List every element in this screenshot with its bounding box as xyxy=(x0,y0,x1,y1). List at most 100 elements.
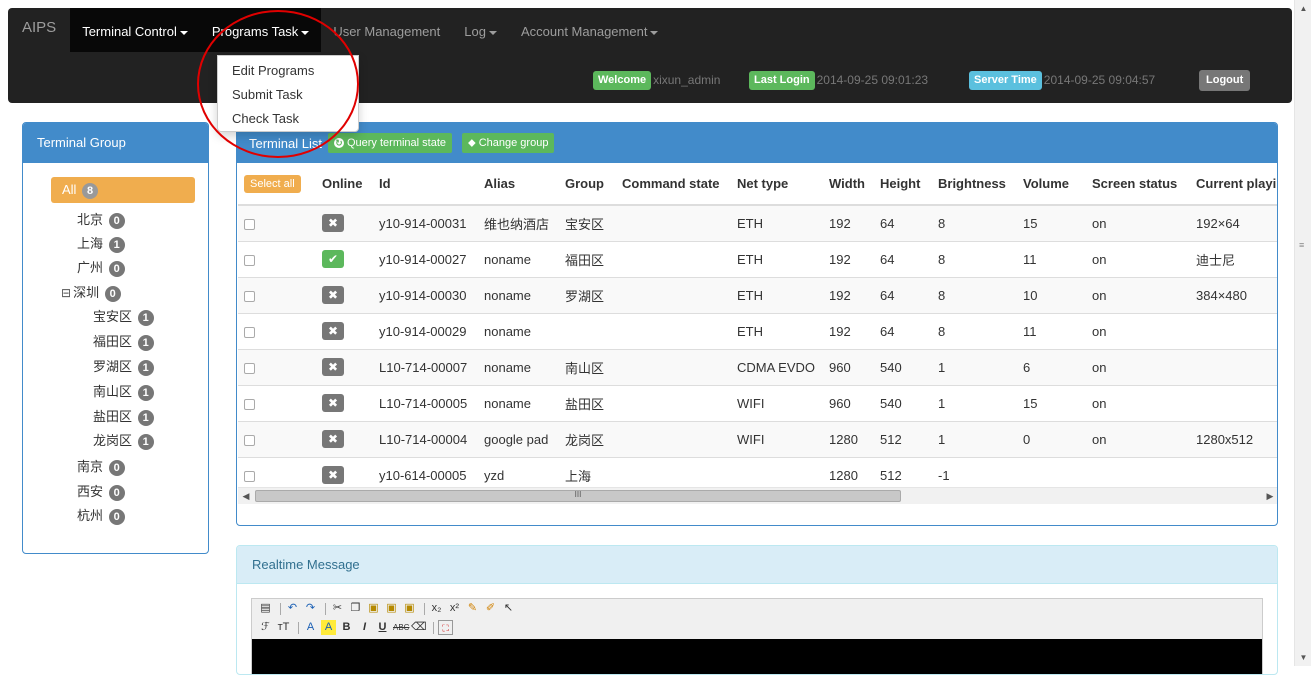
logout-button[interactable]: Logout xyxy=(1199,69,1251,91)
horizontal-scrollbar[interactable]: ◀ III ▶ xyxy=(238,487,1277,505)
row-select-cell xyxy=(238,420,316,457)
scrollbar-grip-icon: ≡ xyxy=(1299,240,1305,250)
undo-icon[interactable]: ↶ xyxy=(285,601,300,616)
tree-item-label: 罗湖区 xyxy=(93,359,133,374)
row-checkbox[interactable] xyxy=(244,398,255,410)
cut-icon[interactable]: ✂ xyxy=(330,601,345,616)
row-checkbox[interactable] xyxy=(244,290,255,302)
nav-programs-task[interactable]: Programs Task xyxy=(199,8,322,52)
tree-item-all[interactable]: All 8 xyxy=(51,177,195,203)
close-icon: ✖ xyxy=(322,358,344,376)
volume-cell: 11 xyxy=(1017,240,1086,277)
column-header[interactable]: Id xyxy=(373,163,478,206)
nav-account-management[interactable]: Account Management xyxy=(509,8,670,52)
paste-text-icon[interactable]: ▣ xyxy=(384,601,399,616)
table-row[interactable]: ✖ y10-614-00005 yzd 上海 1280 512 -1 xyxy=(238,456,1277,485)
row-checkbox[interactable] xyxy=(244,254,255,266)
page-vertical-scrollbar[interactable]: ▲ ≡ ▼ xyxy=(1294,0,1311,666)
select-all-button[interactable]: Select all xyxy=(244,174,301,193)
font-family-icon[interactable]: ℱ xyxy=(258,620,273,635)
scroll-down-icon[interactable]: ▼ xyxy=(1295,649,1311,666)
paste-icon[interactable]: ▣ xyxy=(366,601,381,616)
query-terminal-state-button[interactable]: ↻ Query terminal state xyxy=(327,133,453,153)
italic-icon[interactable]: I xyxy=(357,620,372,635)
tree-item-futian[interactable]: 福田区 1 xyxy=(93,332,154,352)
column-header[interactable]: Net type xyxy=(731,163,823,206)
tree-item-longgang[interactable]: 龙岗区 1 xyxy=(93,431,154,451)
terminal-table: Select all Online Id Alias Group Command… xyxy=(238,163,1277,485)
font-size-icon[interactable]: ᴛT xyxy=(276,620,291,635)
format-brush-icon[interactable]: ✎ xyxy=(465,601,480,616)
table-row[interactable]: ✔ y10-914-00027 noname 福田区 ETH 192 64 8 11 on 迪士尼 xyxy=(238,240,1277,277)
table-row[interactable]: ✖ y10-914-00031 维也纳酒店 宝安区 ETH 192 64 8 15 on 192×6… xyxy=(238,204,1277,241)
select-all-icon[interactable]: ↖ xyxy=(501,601,516,616)
width-cell: 960 xyxy=(823,348,874,385)
underline-icon[interactable]: U xyxy=(375,620,390,635)
tree-item-shenzhen[interactable]: ⊟ 深圳 0 xyxy=(61,283,121,303)
collapse-icon[interactable]: ⊟ xyxy=(61,286,71,300)
row-checkbox[interactable] xyxy=(244,218,255,230)
bold-icon[interactable]: B xyxy=(339,620,354,635)
menu-edit-programs[interactable]: Edit Programs xyxy=(218,60,358,84)
row-checkbox[interactable] xyxy=(244,470,255,482)
font-color-icon[interactable]: A xyxy=(303,620,318,635)
tree-item-nanshan[interactable]: 南山区 1 xyxy=(93,382,154,402)
column-header[interactable]: Height xyxy=(874,163,932,206)
column-header[interactable]: Width xyxy=(823,163,874,206)
copy-icon[interactable]: ❐ xyxy=(348,601,363,616)
menu-check-task[interactable]: Check Task xyxy=(218,108,358,132)
current-playing-cell xyxy=(1190,456,1277,485)
column-header[interactable]: Current playing xyxy=(1190,163,1277,206)
nav-account-management-label: Account Management xyxy=(520,24,648,39)
brand-logo[interactable]: AIPS xyxy=(8,8,70,52)
superscript-icon[interactable]: x² xyxy=(447,601,462,616)
column-header[interactable]: Screen status xyxy=(1086,163,1190,206)
row-checkbox[interactable] xyxy=(244,362,255,374)
scroll-up-icon[interactable]: ▲ xyxy=(1295,0,1311,17)
tree-item-xian[interactable]: 西安 0 xyxy=(77,482,125,502)
column-header[interactable]: Online xyxy=(316,163,373,206)
source-icon[interactable]: ▤ xyxy=(258,601,273,616)
subscript-icon[interactable]: x₂ xyxy=(429,601,444,616)
tree-item-label: 深圳 xyxy=(73,285,100,300)
table-row[interactable]: ✖ y10-914-00029 noname ETH 192 64 8 11 on xyxy=(238,312,1277,349)
tree-item-yantian[interactable]: 盐田区 1 xyxy=(93,407,154,427)
scrollbar-thumb[interactable]: III xyxy=(255,490,901,502)
change-group-button[interactable]: ⬥ Change group xyxy=(462,133,555,153)
nav-terminal-control[interactable]: Terminal Control xyxy=(70,8,200,52)
scroll-right-icon[interactable]: ▶ xyxy=(1262,488,1277,505)
current-playing-cell xyxy=(1190,384,1277,421)
column-header[interactable]: Alias xyxy=(478,163,559,206)
scroll-left-icon[interactable]: ◀ xyxy=(238,488,254,505)
clear-format-icon[interactable]: ✐ xyxy=(483,601,498,616)
tree-item-beijing[interactable]: 北京 0 xyxy=(77,210,125,230)
eraser-icon[interactable]: ⌫ xyxy=(411,620,427,635)
paste-word-icon[interactable]: ▣ xyxy=(402,601,417,616)
redo-icon[interactable]: ↷ xyxy=(303,601,318,616)
table-row[interactable]: ✖ y10-914-00030 noname 罗湖区 ETH 192 64 8 10 on 384×… xyxy=(238,276,1277,313)
tree-item-luohu[interactable]: 罗湖区 1 xyxy=(93,357,154,377)
tree-item-nanjing[interactable]: 南京 0 xyxy=(77,457,125,477)
table-row[interactable]: ✖ L10-714-00004 google pad 龙岗区 WIFI 1280 512 1 0… xyxy=(238,420,1277,457)
alias-cell: 维也纳酒店 xyxy=(478,204,559,241)
editor-content-area[interactable] xyxy=(252,639,1262,674)
strikethrough-icon[interactable]: ABC xyxy=(393,620,409,635)
terminal-table-viewport[interactable]: Select all Online Id Alias Group Command… xyxy=(238,163,1277,485)
column-header[interactable]: Command state xyxy=(616,163,731,206)
nav-user-management[interactable]: User Management xyxy=(321,8,452,52)
tree-item-guangzhou[interactable]: 广州 0 xyxy=(77,258,125,278)
column-header[interactable]: Volume xyxy=(1017,163,1086,206)
row-checkbox[interactable] xyxy=(244,326,255,338)
table-row[interactable]: ✖ L10-714-00007 noname 南山区 CDMA EVDO 960 540 1 6… xyxy=(238,348,1277,385)
column-header[interactable]: Group xyxy=(559,163,616,206)
fullscreen-icon[interactable]: ⛶ xyxy=(438,620,453,635)
nav-log[interactable]: Log xyxy=(452,8,509,52)
tree-item-shanghai[interactable]: 上海 1 xyxy=(77,234,125,254)
tree-item-hangzhou[interactable]: 杭州 0 xyxy=(77,506,125,526)
menu-submit-task[interactable]: Submit Task xyxy=(218,84,358,108)
table-row[interactable]: ✖ L10-714-00005 noname 盐田区 WIFI 960 540 1 15 on xyxy=(238,384,1277,421)
tree-item-baoan[interactable]: 宝安区 1 xyxy=(93,307,154,327)
row-checkbox[interactable] xyxy=(244,434,255,446)
column-header[interactable]: Brightness xyxy=(932,163,1017,206)
highlight-color-icon[interactable]: A xyxy=(321,620,336,635)
